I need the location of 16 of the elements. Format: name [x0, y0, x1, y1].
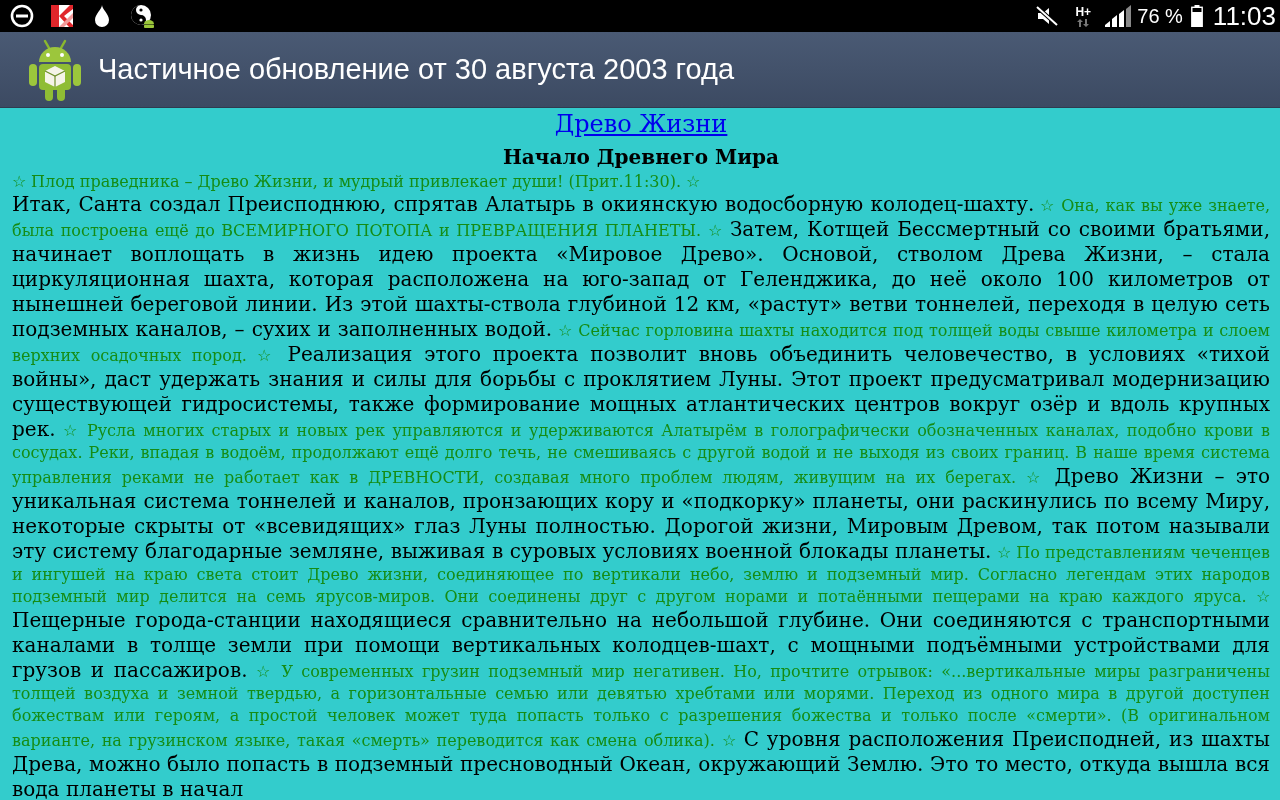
article-paragraph: Итак, Санта создал Преисподнюю, спрятав Алатырь в окиянскую водосборную колодец-шахту. ☆ Она, как вы уже знаете, была построена ещё до ВСЕМИРНОГО ПОТОПА и ПРЕВРАЩЕНИЯ ПЛАНЕТЫ. ☆ Затем, Котщей Бессмертный со своими братьями, начинает воплощать в жизнь идею проекта «Мировое Древо». Основой, стволом Древа Жизни, – стала циркуляционная шахта, которая расположена на юго-запад от Геленджика, до неё около 100 километров от нынешней береговой линии. Из этой шахты-ствола глубиной 12 км, «растут» ветви тоннелей, переходя в целую сеть подземных каналов, – сухих и заполненных водой. ☆ Сейчас горловина шахты находится под толщей воды свыше километра и слоем верхних осадочных пород. ☆ Реализация этого проекта позволит вновь объединить человечество, в условиях «тихой войны», даст удержать знания и силы для борьбы с проклятием Луны. Этот проект предусматривал модернизацию существующей гидросистемы, также формирование мощных атлантических центров вокруг озёр и вдоль крупных рек. ☆ Русла многих старых и новых рек управляются и удерживаются Алатырём в голографически обозначенных каналах, подобно крови в сосудах. Реки, впадая в водоём, продолжают ещё долго течь, не смешиваясь с другой водой и не выходя из своих границ. В наше время система управления реками не работает как в ДРЕВНОСТИ, создавая много проблем людям, живущим на их берегах. ☆ Древо Жизни – это уникальная система тоннелей и каналов, пронзающих кору и «подкорку» планеты, они раскинулись по всему Миру, некоторые скрыты от «всевидящих» глаз Луны полностью. Дорогой жизни, Мировым Древом, так потом называли эту систему благодарные земляне, выживая в суровых условиях военной блокады планеты. ☆ По представлениям чеченцев и ингушей на краю света стоит Древо жизни, соединяющее по вертикали небо, землю и подземный мир. Согласно легендам этих народов подземный мир делится на семь ярусов-миров. Они соединены друг с другом норами и потаёнными пещерами на краю каждого яруса. ☆ Пещерные города-станции находящиеся сравнительно на небольшой глубине. Они соединяются с транспортными каналами в толще земли при помощи вертикальных колодцев-шахт, с мощными подъёмными устройствами для грузов и пассажиров. ☆ У современных грузин подземный мир негативен. Но, прочтите отрывок: «...вертикальные миры разграничены толщей воздуха и земной твердью, а горизонтальные семью или девятью хребтами или морями. Переход из одного мира в другой доступен божествам или героям, а простой человек может туда попасть только с разрешения божества и только после «смерти». (В оригинальном варианте, на грузинском языке, такая «смерть» переводится как смена облика). ☆ С уровня расположения Преисподней, из шахты Древа, можно было попасть в подземный пресноводный Океан, окружающий Землю. Это то место, откуда вышла вся вода планеты в начал	[12, 192, 1270, 800]
do-not-disturb-icon	[10, 4, 34, 28]
epigraph-text: ☆ Плод праведника – Древо Жизни, и мудрый привлекает души! (Прит.11:30). ☆	[12, 172, 702, 192]
signal-icon	[1105, 5, 1132, 27]
clock-time: 11:03	[1212, 0, 1276, 32]
battery-icon	[1190, 5, 1203, 27]
data-arrows-icon	[1077, 18, 1090, 27]
window-title: Частичное обновление от 30 августа 2003 года	[98, 53, 735, 86]
yin-yang-icon	[130, 4, 154, 28]
mute-icon	[1035, 4, 1060, 28]
article-title-link[interactable]: Древо Жизни	[554, 110, 728, 138]
battery-percent: 76 %	[1137, 4, 1183, 28]
section-heading: Начало Древнего Мира	[501, 144, 781, 171]
robot-box-icon[interactable]	[27, 37, 83, 102]
network-type: H+	[1075, 5, 1092, 19]
app-tile-icon	[50, 4, 74, 28]
